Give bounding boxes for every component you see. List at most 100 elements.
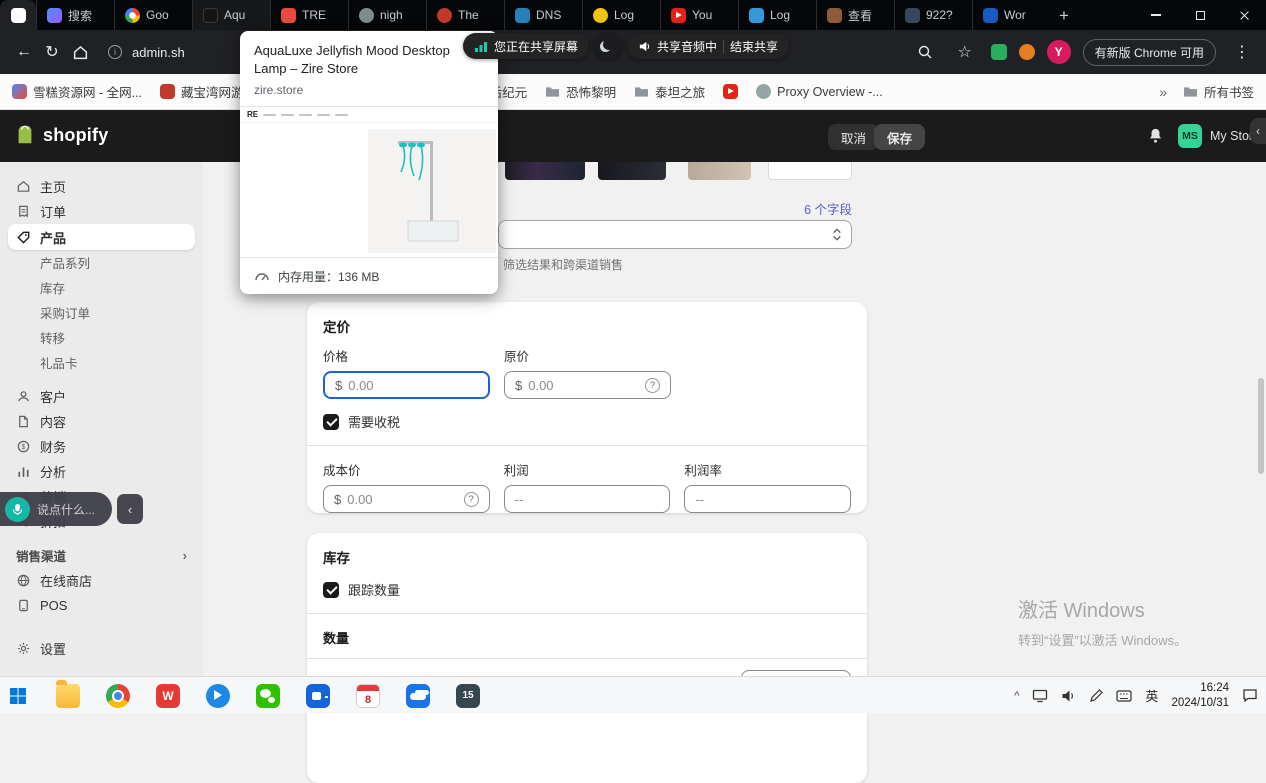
- profile-avatar[interactable]: Y: [1047, 40, 1071, 64]
- tab-word[interactable]: Wor: [972, 0, 1050, 30]
- sidebar-item-collections[interactable]: 产品系列: [8, 250, 195, 275]
- notifications-button[interactable]: [1146, 126, 1165, 146]
- sidebar-item-orders[interactable]: 订单: [8, 199, 195, 224]
- tab-shopify-admin[interactable]: [0, 0, 36, 30]
- cloud-drive-icon[interactable]: [406, 684, 430, 708]
- back-button[interactable]: ←: [10, 38, 38, 66]
- tab-zire-store[interactable]: Aqu: [192, 0, 270, 30]
- tab-night[interactable]: nigh: [348, 0, 426, 30]
- sidebar-item-transfers[interactable]: 转移: [8, 325, 195, 350]
- product-media-thumbnail[interactable]: [598, 162, 666, 180]
- sidebar-item-pos[interactable]: POS: [8, 593, 195, 618]
- product-media-thumbnail[interactable]: [505, 162, 585, 180]
- tray-expand-icon[interactable]: ^: [1014, 690, 1019, 702]
- meeting-floating-ball[interactable]: [595, 33, 621, 59]
- chrome-icon[interactable]: [106, 684, 130, 708]
- thunder-app-icon[interactable]: [206, 684, 230, 708]
- page-scrollbar[interactable]: [1258, 378, 1264, 474]
- store-menu[interactable]: MS My Store: [1178, 124, 1260, 148]
- minimize-button[interactable]: [1134, 0, 1178, 30]
- content-icon: [16, 414, 31, 429]
- new-tab-button[interactable]: +: [1050, 2, 1078, 30]
- app-badge-15-icon[interactable]: 15: [456, 684, 480, 708]
- voice-collapse-button[interactable]: ‹: [117, 494, 143, 524]
- help-icon[interactable]: ?: [464, 492, 479, 507]
- tab-google[interactable]: Goo: [114, 0, 192, 30]
- cancel-button[interactable]: 取消: [828, 124, 879, 150]
- tre-favicon-icon: [281, 8, 296, 23]
- help-icon[interactable]: ?: [645, 378, 660, 393]
- tab-log-1[interactable]: Log: [582, 0, 660, 30]
- bookmark-youtube[interactable]: [723, 84, 738, 99]
- sidebar-item-home[interactable]: 主页: [8, 174, 195, 199]
- sidebar-item-customers[interactable]: 客户: [8, 384, 195, 409]
- bookmark-folder-titan-quest[interactable]: 泰坦之旅: [634, 82, 705, 101]
- cost-input[interactable]: [347, 492, 457, 507]
- sidebar-section-sales-channels[interactable]: 销售渠道 ›: [8, 543, 195, 568]
- display-icon[interactable]: [1032, 689, 1048, 703]
- voice-input-pill[interactable]: 说点什么...: [0, 492, 112, 526]
- zoom-icon[interactable]: [911, 38, 939, 66]
- save-button[interactable]: 保存: [874, 124, 925, 150]
- chrome-update-chip[interactable]: 有新版 Chrome 可用: [1083, 39, 1216, 66]
- bookmark-folder-grim-dawn[interactable]: 恐怖黎明: [545, 82, 616, 101]
- tab-dns[interactable]: DNS: [504, 0, 582, 30]
- tab-922[interactable]: 922?: [894, 0, 972, 30]
- shopify-logo: shopify: [14, 123, 108, 147]
- refresh-button[interactable]: ↻: [38, 38, 66, 66]
- sidebar-item-gift-cards[interactable]: 礼品卡: [8, 350, 195, 375]
- pen-icon[interactable]: [1089, 689, 1103, 703]
- file-explorer-icon[interactable]: [56, 684, 80, 708]
- sidebar-item-content[interactable]: 内容: [8, 409, 195, 434]
- extension-orange-icon[interactable]: [1019, 44, 1035, 60]
- sidebar-item-online-store[interactable]: 在线商店: [8, 568, 195, 593]
- tab-view[interactable]: 查看: [816, 0, 894, 30]
- touch-keyboard-icon[interactable]: [1116, 690, 1132, 702]
- products-tag-icon: [16, 230, 31, 245]
- sidebar-item-finance[interactable]: $ 财务: [8, 434, 195, 459]
- price-input[interactable]: [348, 378, 478, 393]
- category-fields-link[interactable]: 6 个字段: [752, 199, 852, 218]
- bookmark-all-bookmarks[interactable]: 所有书签: [1183, 82, 1254, 101]
- charge-tax-checkbox[interactable]: [323, 414, 339, 430]
- product-media-thumbnail[interactable]: [688, 162, 751, 180]
- notifications-bubble-icon[interactable]: [1242, 688, 1258, 703]
- tab-the[interactable]: The: [426, 0, 504, 30]
- panel-collapse-button[interactable]: ‹: [1250, 118, 1266, 144]
- bookmark-star-icon[interactable]: ☆: [951, 38, 979, 66]
- bookmark-xuegao[interactable]: 雪糕资源网 - 全网...: [12, 82, 142, 101]
- site-info-icon[interactable]: i: [108, 45, 122, 59]
- start-button[interactable]: [6, 684, 30, 708]
- address-bar[interactable]: admin.sh: [132, 45, 185, 60]
- sidebar-item-purchase-orders[interactable]: 采购订单: [8, 300, 195, 325]
- bookmark-proxy-overview[interactable]: Proxy Overview -...: [756, 84, 883, 99]
- profit-input[interactable]: [515, 492, 660, 507]
- sidebar-item-inventory[interactable]: 库存: [8, 275, 195, 300]
- meeting-app-icon[interactable]: [306, 684, 330, 708]
- add-media-tile[interactable]: [768, 162, 852, 180]
- stop-share-button[interactable]: 结束共享: [730, 38, 778, 55]
- taskbar-clock[interactable]: 16:24 2024/10/31: [1171, 681, 1229, 710]
- category-select[interactable]: [498, 220, 852, 249]
- tab-search[interactable]: 搜索: [36, 0, 114, 30]
- tab-you[interactable]: You: [660, 0, 738, 30]
- tab-log-2[interactable]: Log: [738, 0, 816, 30]
- tab-tre[interactable]: TRE: [270, 0, 348, 30]
- wechat-icon[interactable]: [256, 684, 280, 708]
- sidebar-item-analytics[interactable]: 分析: [8, 459, 195, 484]
- ime-indicator[interactable]: 英: [1145, 686, 1158, 705]
- margin-input[interactable]: [695, 492, 840, 507]
- calendar-icon[interactable]: 8: [356, 684, 380, 708]
- home-button[interactable]: [66, 38, 94, 66]
- volume-icon[interactable]: [1061, 689, 1076, 703]
- close-button[interactable]: [1222, 0, 1266, 30]
- sidebar-item-products[interactable]: 产品: [8, 224, 195, 250]
- compare-price-input[interactable]: [528, 378, 639, 393]
- bookmarks-overflow-icon[interactable]: »: [1159, 84, 1165, 100]
- extension-green-icon[interactable]: [991, 44, 1007, 60]
- maximize-button[interactable]: [1178, 0, 1222, 30]
- browser-menu-icon[interactable]: ⋮: [1228, 38, 1256, 66]
- track-quantity-checkbox[interactable]: [323, 582, 339, 598]
- sidebar-item-settings[interactable]: 设置: [8, 636, 195, 661]
- wps-icon[interactable]: W: [156, 684, 180, 708]
